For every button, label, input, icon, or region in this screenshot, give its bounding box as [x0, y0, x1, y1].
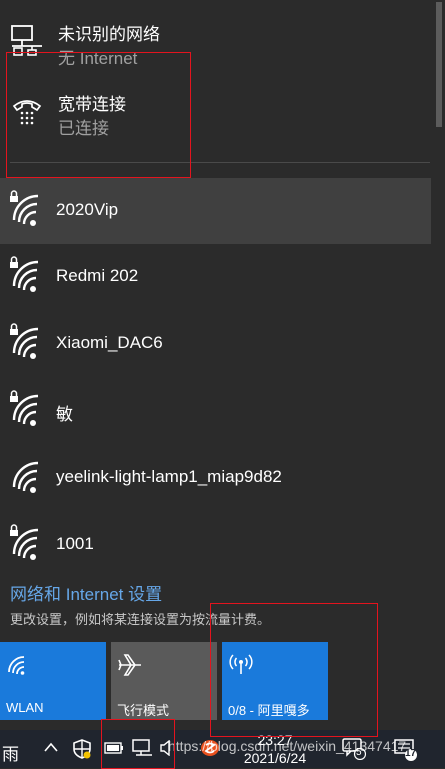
network-flyout: 未识别的网络 无 Internet 宽带连接 已连接 2020Vip Redmi…	[0, 0, 431, 730]
secured-wifi-icon	[10, 323, 39, 359]
wifi-network-item[interactable]: yeelink-light-lamp1_miap9d82	[0, 445, 431, 511]
notification-count: 17	[405, 748, 417, 759]
scroll-thumb[interactable]	[436, 2, 442, 127]
wired-network-icon	[11, 25, 42, 56]
wifi-network-name: Redmi 202	[56, 266, 139, 285]
shield-icon[interactable]	[72, 739, 92, 759]
connection-status: 已连接	[58, 119, 109, 138]
tile-label: WLAN	[6, 700, 44, 715]
connection-broadband[interactable]: 宽带连接 已连接	[0, 88, 431, 146]
wifi-network-name: 1001	[56, 534, 94, 553]
connection-name: 未识别的网络	[58, 25, 160, 44]
wifi-network-item[interactable]: Redmi 202	[0, 244, 431, 310]
airplane-mode-tile[interactable]: 飞行模式	[111, 642, 217, 720]
mobile-hotspot-tile[interactable]: 0/8 - 阿里嘎多	[222, 642, 328, 720]
dialup-broadband-icon	[12, 100, 42, 125]
wlan-toggle-tile[interactable]: WLAN	[0, 642, 106, 720]
wifi-network-name: Xiaomi_DAC6	[56, 333, 163, 352]
tile-label: 飞行模式	[117, 703, 170, 718]
scrollbar[interactable]	[431, 0, 445, 730]
divider	[10, 162, 430, 163]
chevron-up-icon[interactable]	[44, 742, 58, 752]
mobile-hotspot-icon	[229, 654, 253, 674]
secured-wifi-icon	[10, 390, 39, 426]
secured-wifi-icon	[10, 256, 39, 292]
wifi-network-name: 敏	[56, 405, 73, 424]
airplane-icon	[118, 654, 141, 676]
network-settings-link[interactable]: 网络和 Internet 设置	[10, 580, 162, 605]
secured-wifi-icon	[10, 190, 39, 226]
network-icon[interactable]	[132, 739, 154, 757]
wifi-network-item[interactable]: Xiaomi_DAC6	[0, 311, 431, 377]
wifi-network-item[interactable]: 敏	[0, 378, 431, 444]
wifi-network-item[interactable]: 2020Vip	[0, 178, 431, 244]
wifi-network-name: yeelink-light-lamp1_miap9d82	[56, 467, 282, 486]
wifi-icon	[8, 656, 25, 675]
weather-text[interactable]: 雨	[2, 740, 19, 765]
settings-description: 更改设置，例如将某连接设置为按流量计费。	[10, 612, 271, 627]
battery-icon[interactable]	[104, 742, 124, 754]
watermark-text: https://blog.csdn.net/weixin_41347417	[168, 738, 407, 754]
connection-status: 无 Internet	[58, 49, 138, 68]
connection-unidentified-network[interactable]: 未识别的网络 无 Internet	[0, 18, 431, 76]
secured-wifi-icon	[10, 524, 39, 560]
tile-label: 0/8 - 阿里嘎多	[228, 703, 310, 718]
connection-name: 宽带连接	[58, 95, 126, 114]
wifi-icon	[12, 461, 39, 493]
wifi-network-name: 2020Vip	[56, 200, 119, 219]
wifi-network-item[interactable]: 1001	[0, 512, 431, 578]
